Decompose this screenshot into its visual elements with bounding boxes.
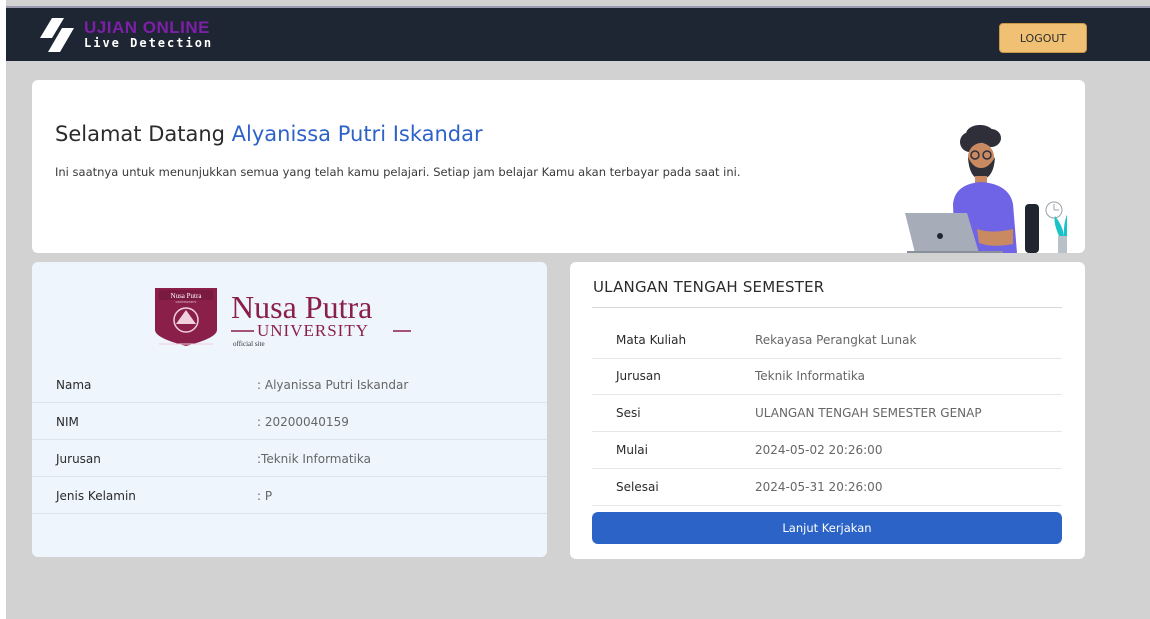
nusa-putra-university-logo: Nusa Putra UNIVERSITY Nusa Putra UNIVERS… <box>155 288 411 348</box>
exam-value: 2024-05-02 20:26:00 <box>755 443 883 457</box>
profile-row-jurusan: Jurusan :Teknik Informatika <box>32 440 547 477</box>
top-navbar: UJIAN ONLINE Live Detection LOGOUT <box>6 6 1150 61</box>
welcome-greeting: Selamat Datang <box>55 122 225 146</box>
profile-label: Jenis Kelamin <box>56 489 136 503</box>
profile-value: : Alyanissa Putri Iskandar <box>257 378 409 392</box>
crest-text: Nusa Putra <box>171 292 203 300</box>
exam-label: Selesai <box>616 480 659 494</box>
exam-row-mulai: Mulai 2024-05-02 20:26:00 <box>592 432 1062 469</box>
brand-title: UJIAN ONLINE <box>84 18 210 37</box>
exam-value: Teknik Informatika <box>755 369 865 383</box>
exam-label: Jurusan <box>616 369 661 383</box>
profile-row-nama: Nama : Alyanissa Putri Iskandar <box>32 366 547 403</box>
brand[interactable]: UJIAN ONLINE Live Detection <box>36 12 213 56</box>
profile-value: : 20200040159 <box>257 415 349 429</box>
logo-title: Nusa Putra <box>231 289 372 325</box>
logo-caption: official site <box>233 340 265 348</box>
welcome-heading: Selamat Datang Alyanissa Putri Iskandar <box>55 122 483 146</box>
man-with-laptop-illustration <box>905 125 1067 253</box>
clock-icon <box>1045 201 1063 219</box>
brand-logo-icon <box>40 18 74 52</box>
left-edge <box>0 0 6 619</box>
exam-label: Mulai <box>616 443 648 457</box>
logo-university: UNIVERSITY <box>257 321 369 340</box>
crest-subtext: UNIVERSITY <box>176 300 197 304</box>
exam-divider <box>592 307 1062 308</box>
welcome-card: Selamat Datang Alyanissa Putri Iskandar … <box>32 80 1085 253</box>
exam-card: ULANGAN TENGAH SEMESTER Mata Kuliah Reka… <box>570 262 1085 559</box>
exam-value: Rekayasa Perangkat Lunak <box>755 333 917 347</box>
profile-row-jenis-kelamin: Jenis Kelamin : P <box>32 477 547 514</box>
exam-title: ULANGAN TENGAH SEMESTER <box>593 278 825 296</box>
exam-row-jurusan: Jurusan Teknik Informatika <box>592 358 1062 395</box>
welcome-message: Ini saatnya untuk menunjukkan semua yang… <box>55 165 741 179</box>
plant-icon <box>1054 214 1067 253</box>
exam-value: ULANGAN TENGAH SEMESTER GENAP <box>755 406 982 420</box>
exam-row-sesi: Sesi ULANGAN TENGAH SEMESTER GENAP <box>592 395 1062 432</box>
profile-label: Jurusan <box>56 452 101 466</box>
profile-value: : P <box>257 489 273 503</box>
profile-row-nim: NIM : 20200040159 <box>32 403 547 440</box>
exam-label: Sesi <box>616 406 641 420</box>
logout-button[interactable]: LOGOUT <box>999 23 1087 53</box>
profile-label: NIM <box>56 415 79 429</box>
profile-label: Nama <box>56 378 92 392</box>
exam-row-mata-kuliah: Mata Kuliah Rekayasa Perangkat Lunak <box>592 322 1062 359</box>
profile-value: :Teknik Informatika <box>257 452 371 466</box>
brand-subtitle: Live Detection <box>84 36 214 50</box>
exam-value: 2024-05-31 20:26:00 <box>755 480 883 494</box>
nusa-putra-crest-icon: Nusa Putra UNIVERSITY <box>155 288 217 346</box>
exam-row-selesai: Selesai 2024-05-31 20:26:00 <box>592 469 1062 506</box>
profile-card: Nusa Putra UNIVERSITY Nusa Putra UNIVERS… <box>32 262 547 557</box>
continue-exam-button[interactable]: Lanjut Kerjakan <box>592 512 1062 544</box>
exam-label: Mata Kuliah <box>616 333 687 347</box>
welcome-user-name: Alyanissa Putri Iskandar <box>231 122 483 146</box>
